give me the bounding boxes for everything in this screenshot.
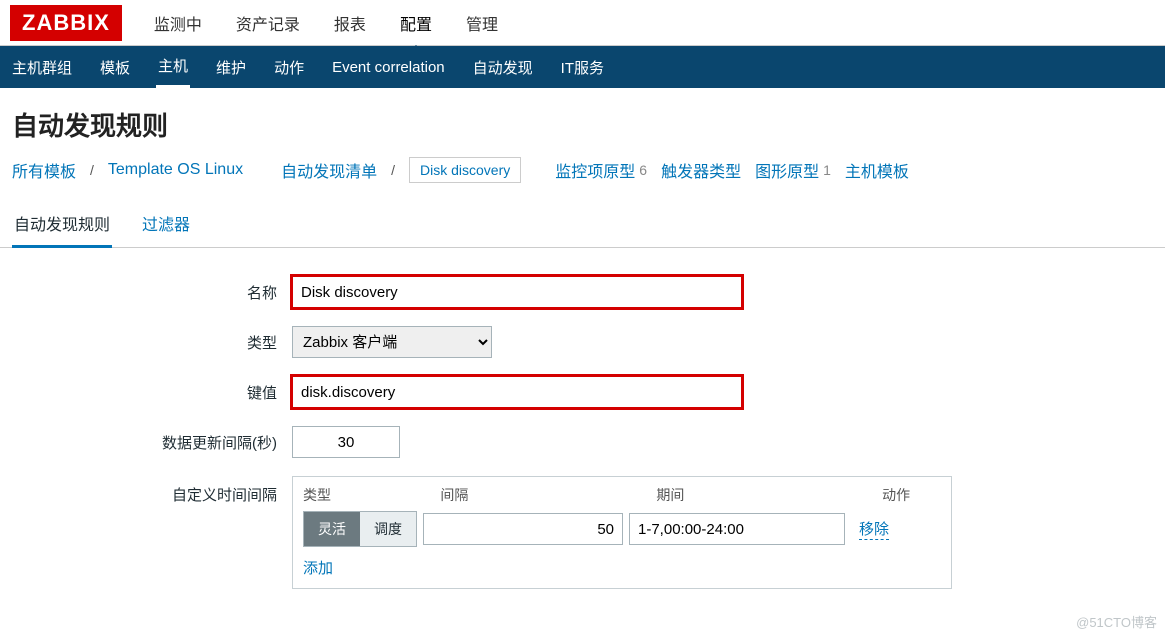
scheduling-button[interactable]: 调度: [360, 512, 416, 546]
hdr-type: 类型: [303, 485, 440, 505]
topmenu-configuration[interactable]: 配置: [396, 1, 436, 45]
key-label: 键值: [12, 382, 292, 403]
type-label: 类型: [12, 332, 292, 353]
crumb-sep: /: [90, 162, 94, 178]
interval-type-toggle: 灵活 调度: [303, 511, 417, 547]
crumb-item-prototypes-count: 6: [639, 162, 647, 178]
crumb-trigger-types[interactable]: 触发器类型: [661, 158, 741, 182]
interval-input[interactable]: [292, 426, 400, 458]
crumb-discovery-list[interactable]: 自动发现清单: [281, 158, 377, 182]
crumb-current-rule[interactable]: Disk discovery: [409, 157, 521, 183]
crumb-graph-prototypes-count: 1: [823, 162, 831, 178]
crumb-all-templates[interactable]: 所有模板: [12, 158, 76, 182]
hdr-period: 期间: [656, 485, 882, 505]
hdr-action: 动作: [882, 485, 941, 505]
tabs: 自动发现规则 过滤器: [0, 201, 1165, 248]
name-input[interactable]: [292, 276, 742, 308]
form: 名称 类型 Zabbix 客户端 键值 数据更新间隔(秒) 自定义时间间隔 类型…: [0, 248, 1165, 617]
subnav-maintenance[interactable]: 维护: [214, 48, 248, 87]
top-menu: 监测中 资产记录 报表 配置 管理: [150, 1, 502, 45]
subnav-event-correlation[interactable]: Event correlation: [330, 50, 447, 85]
crumb-host-templates[interactable]: 主机模板: [845, 158, 909, 182]
subnav-discovery[interactable]: 自动发现: [471, 48, 535, 87]
topmenu-inventory[interactable]: 资产记录: [232, 1, 304, 45]
subnav-hostgroups[interactable]: 主机群组: [10, 48, 74, 87]
remove-link[interactable]: 移除: [859, 518, 889, 540]
tab-filters[interactable]: 过滤器: [140, 201, 192, 247]
crumb-graph-prototypes[interactable]: 图形原型: [755, 158, 819, 182]
custom-interval-input[interactable]: [423, 513, 623, 545]
subnav-templates[interactable]: 模板: [98, 48, 132, 87]
topmenu-reports[interactable]: 报表: [330, 1, 370, 45]
crumb-item-prototypes[interactable]: 监控项原型: [555, 158, 635, 182]
hdr-interval: 间隔: [440, 485, 656, 505]
subnav-actions[interactable]: 动作: [272, 48, 306, 87]
topmenu-monitoring[interactable]: 监测中: [150, 1, 206, 45]
name-label: 名称: [12, 282, 292, 303]
watermark: @51CTO博客: [1076, 612, 1157, 631]
interval-label: 数据更新间隔(秒): [12, 432, 292, 453]
tab-discovery-rule[interactable]: 自动发现规则: [12, 201, 112, 248]
topmenu-admin[interactable]: 管理: [462, 1, 502, 45]
custom-intervals-label: 自定义时间间隔: [12, 476, 292, 505]
breadcrumb: 所有模板 / Template OS Linux 自动发现清单 / Disk d…: [0, 157, 1165, 201]
crumb-sep-2: /: [391, 162, 395, 178]
crumb-template[interactable]: Template OS Linux: [108, 161, 243, 179]
custom-period-input[interactable]: [629, 513, 845, 545]
subnav-it-services[interactable]: IT服务: [559, 48, 606, 87]
type-select[interactable]: Zabbix 客户端: [292, 326, 492, 358]
subnav-hosts[interactable]: 主机: [156, 46, 190, 88]
sub-nav: 主机群组 模板 主机 维护 动作 Event correlation 自动发现 …: [0, 46, 1165, 88]
key-input[interactable]: [292, 376, 742, 408]
top-nav: ZABBIX 监测中 资产记录 报表 配置 管理: [0, 0, 1165, 46]
logo: ZABBIX: [10, 5, 122, 41]
flexible-button[interactable]: 灵活: [304, 512, 360, 546]
page-title: 自动发现规则: [0, 88, 1165, 157]
custom-intervals: 类型 间隔 期间 动作 灵活 调度 移除 添加: [292, 476, 952, 589]
add-interval-link[interactable]: 添加: [293, 557, 343, 588]
